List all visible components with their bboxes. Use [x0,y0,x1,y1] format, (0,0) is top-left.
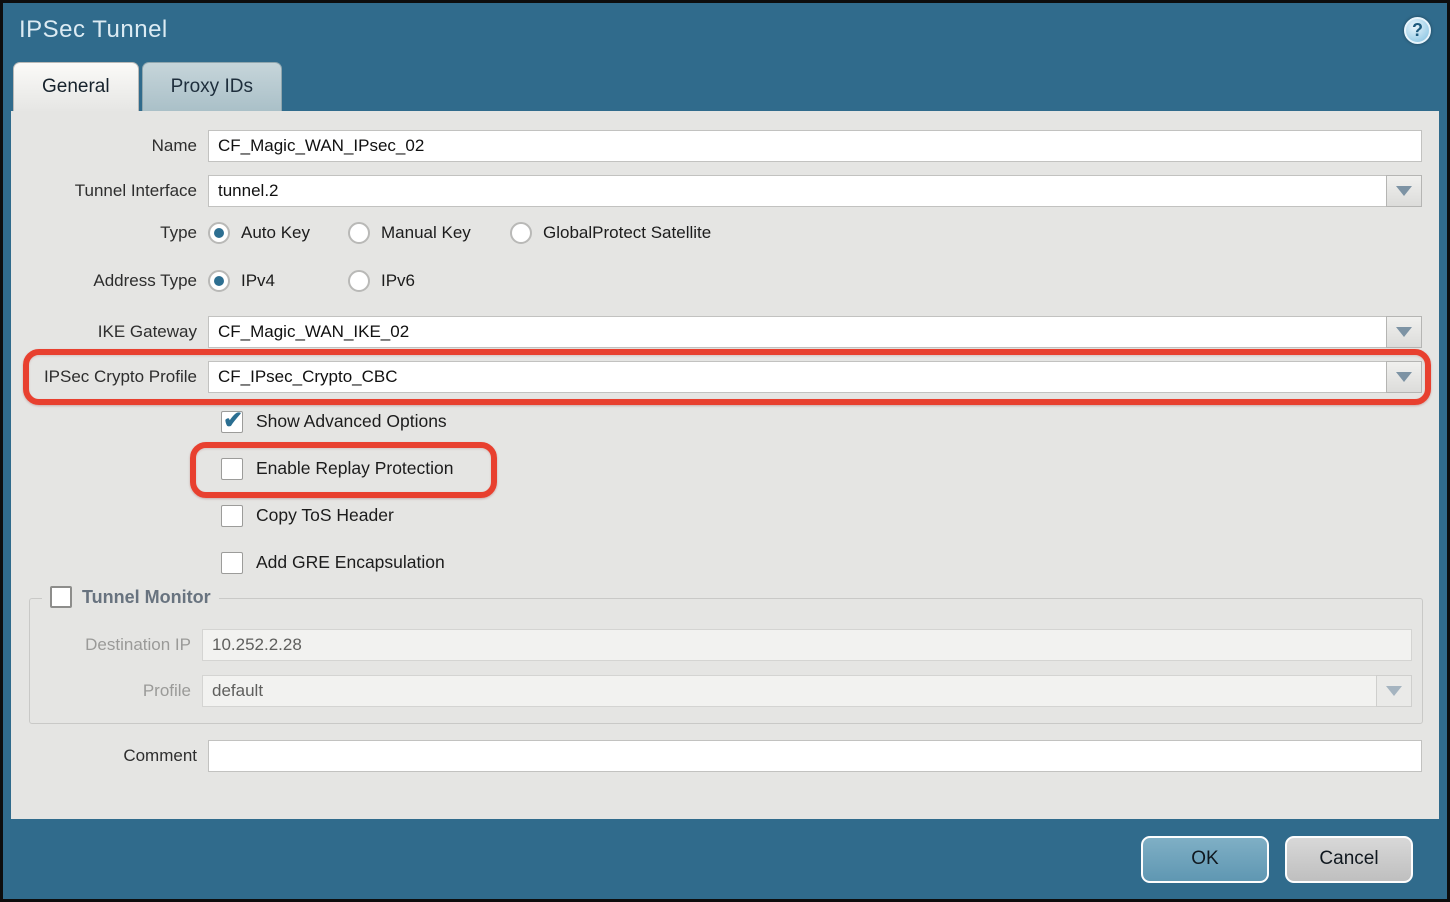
name-row: Name [11,130,1439,162]
radio-globalprotect-satellite[interactable] [510,222,532,244]
radio-manual-key-label: Manual Key [381,223,471,243]
tab-proxy-ids[interactable]: Proxy IDs [142,62,282,111]
tab-general-label: General [42,76,110,98]
type-label: Type [11,223,208,243]
enable-replay-protection-row[interactable]: Enable Replay Protection [221,457,453,480]
destination-ip-label: Destination IP [30,635,202,655]
titlebar: IPSec Tunnel ? [3,3,1447,57]
dialog-title: IPSec Tunnel [19,16,168,44]
name-input[interactable] [208,130,1422,162]
destination-ip-row: Destination IP [30,629,1412,661]
tab-bar: General Proxy IDs [3,57,1447,111]
address-type-option-ipv4[interactable]: IPv4 [208,270,348,292]
copy-tos-header-checkbox[interactable] [221,505,243,527]
ike-gateway-dropdown-button[interactable] [1386,316,1422,348]
radio-auto-key[interactable] [208,222,230,244]
enable-replay-protection-checkbox[interactable] [221,458,243,480]
comment-label: Comment [11,746,208,766]
ipsec-crypto-profile-label: IPSec Crypto Profile [11,367,208,387]
dialog-footer: OK Cancel [3,819,1447,899]
tunnel-monitor-label: Tunnel Monitor [82,587,211,608]
tab-general[interactable]: General [13,62,139,111]
chevron-down-icon [1396,372,1412,382]
cancel-button[interactable]: Cancel [1285,836,1413,883]
ike-gateway-input[interactable] [208,316,1387,348]
ipsec-crypto-profile-dropdown-button[interactable] [1386,361,1422,393]
radio-ipv6-label: IPv6 [381,271,415,291]
profile-dropdown-button [1376,675,1412,707]
type-row: Type Auto Key Manual Key GlobalProtect S… [11,220,1439,246]
tunnel-interface-label: Tunnel Interface [11,181,208,201]
radio-manual-key[interactable] [348,222,370,244]
ok-button[interactable]: OK [1141,836,1269,883]
tunnel-monitor-checkbox[interactable] [50,586,72,608]
chevron-down-icon [1396,186,1412,196]
add-gre-encapsulation-checkbox[interactable] [221,552,243,574]
ipsec-crypto-profile-input[interactable] [208,361,1387,393]
name-label: Name [11,136,208,156]
tunnel-monitor-section: Tunnel Monitor Destination IP Profile [29,598,1423,724]
type-option-manual-key[interactable]: Manual Key [348,222,510,244]
radio-auto-key-label: Auto Key [241,223,310,243]
address-type-label: Address Type [11,271,208,291]
profile-input [202,675,1377,707]
radio-ipv6[interactable] [348,270,370,292]
destination-ip-input [202,629,1412,661]
add-gre-encapsulation-row[interactable]: Add GRE Encapsulation [221,551,445,574]
help-icon[interactable]: ? [1404,17,1431,44]
show-advanced-options-checkbox[interactable] [221,411,243,433]
type-option-auto-key[interactable]: Auto Key [208,222,348,244]
ipsec-crypto-profile-row: IPSec Crypto Profile [11,361,1439,393]
comment-row: Comment [11,740,1439,772]
tunnel-monitor-legend: Tunnel Monitor [42,586,219,608]
radio-ipv4[interactable] [208,270,230,292]
general-tab-panel: Name Tunnel Interface Type Auto Key [11,111,1439,819]
add-gre-encapsulation-label: Add GRE Encapsulation [256,552,445,573]
ike-gateway-label: IKE Gateway [11,322,208,342]
radio-ipv4-label: IPv4 [241,271,275,291]
address-type-row: Address Type IPv4 IPv6 [11,268,1439,294]
ipsec-tunnel-dialog: IPSec Tunnel ? General Proxy IDs Name Tu… [0,0,1450,902]
tunnel-interface-input[interactable] [208,175,1387,207]
show-advanced-options-label: Show Advanced Options [256,411,447,432]
tab-proxy-ids-label: Proxy IDs [171,76,253,98]
radio-globalprotect-satellite-label: GlobalProtect Satellite [543,223,711,243]
copy-tos-header-row[interactable]: Copy ToS Header [221,504,394,527]
show-advanced-options-row[interactable]: Show Advanced Options [221,410,447,433]
chevron-down-icon [1386,686,1402,696]
copy-tos-header-label: Copy ToS Header [256,505,394,526]
address-type-option-ipv6[interactable]: IPv6 [348,270,415,292]
ike-gateway-row: IKE Gateway [11,316,1439,348]
enable-replay-protection-label: Enable Replay Protection [256,458,453,479]
profile-label: Profile [30,681,202,701]
chevron-down-icon [1396,327,1412,337]
tunnel-interface-dropdown-button[interactable] [1386,175,1422,207]
tunnel-interface-row: Tunnel Interface [11,175,1439,207]
profile-row: Profile [30,675,1412,707]
type-option-globalprotect-satellite[interactable]: GlobalProtect Satellite [510,222,711,244]
comment-input[interactable] [208,740,1422,772]
